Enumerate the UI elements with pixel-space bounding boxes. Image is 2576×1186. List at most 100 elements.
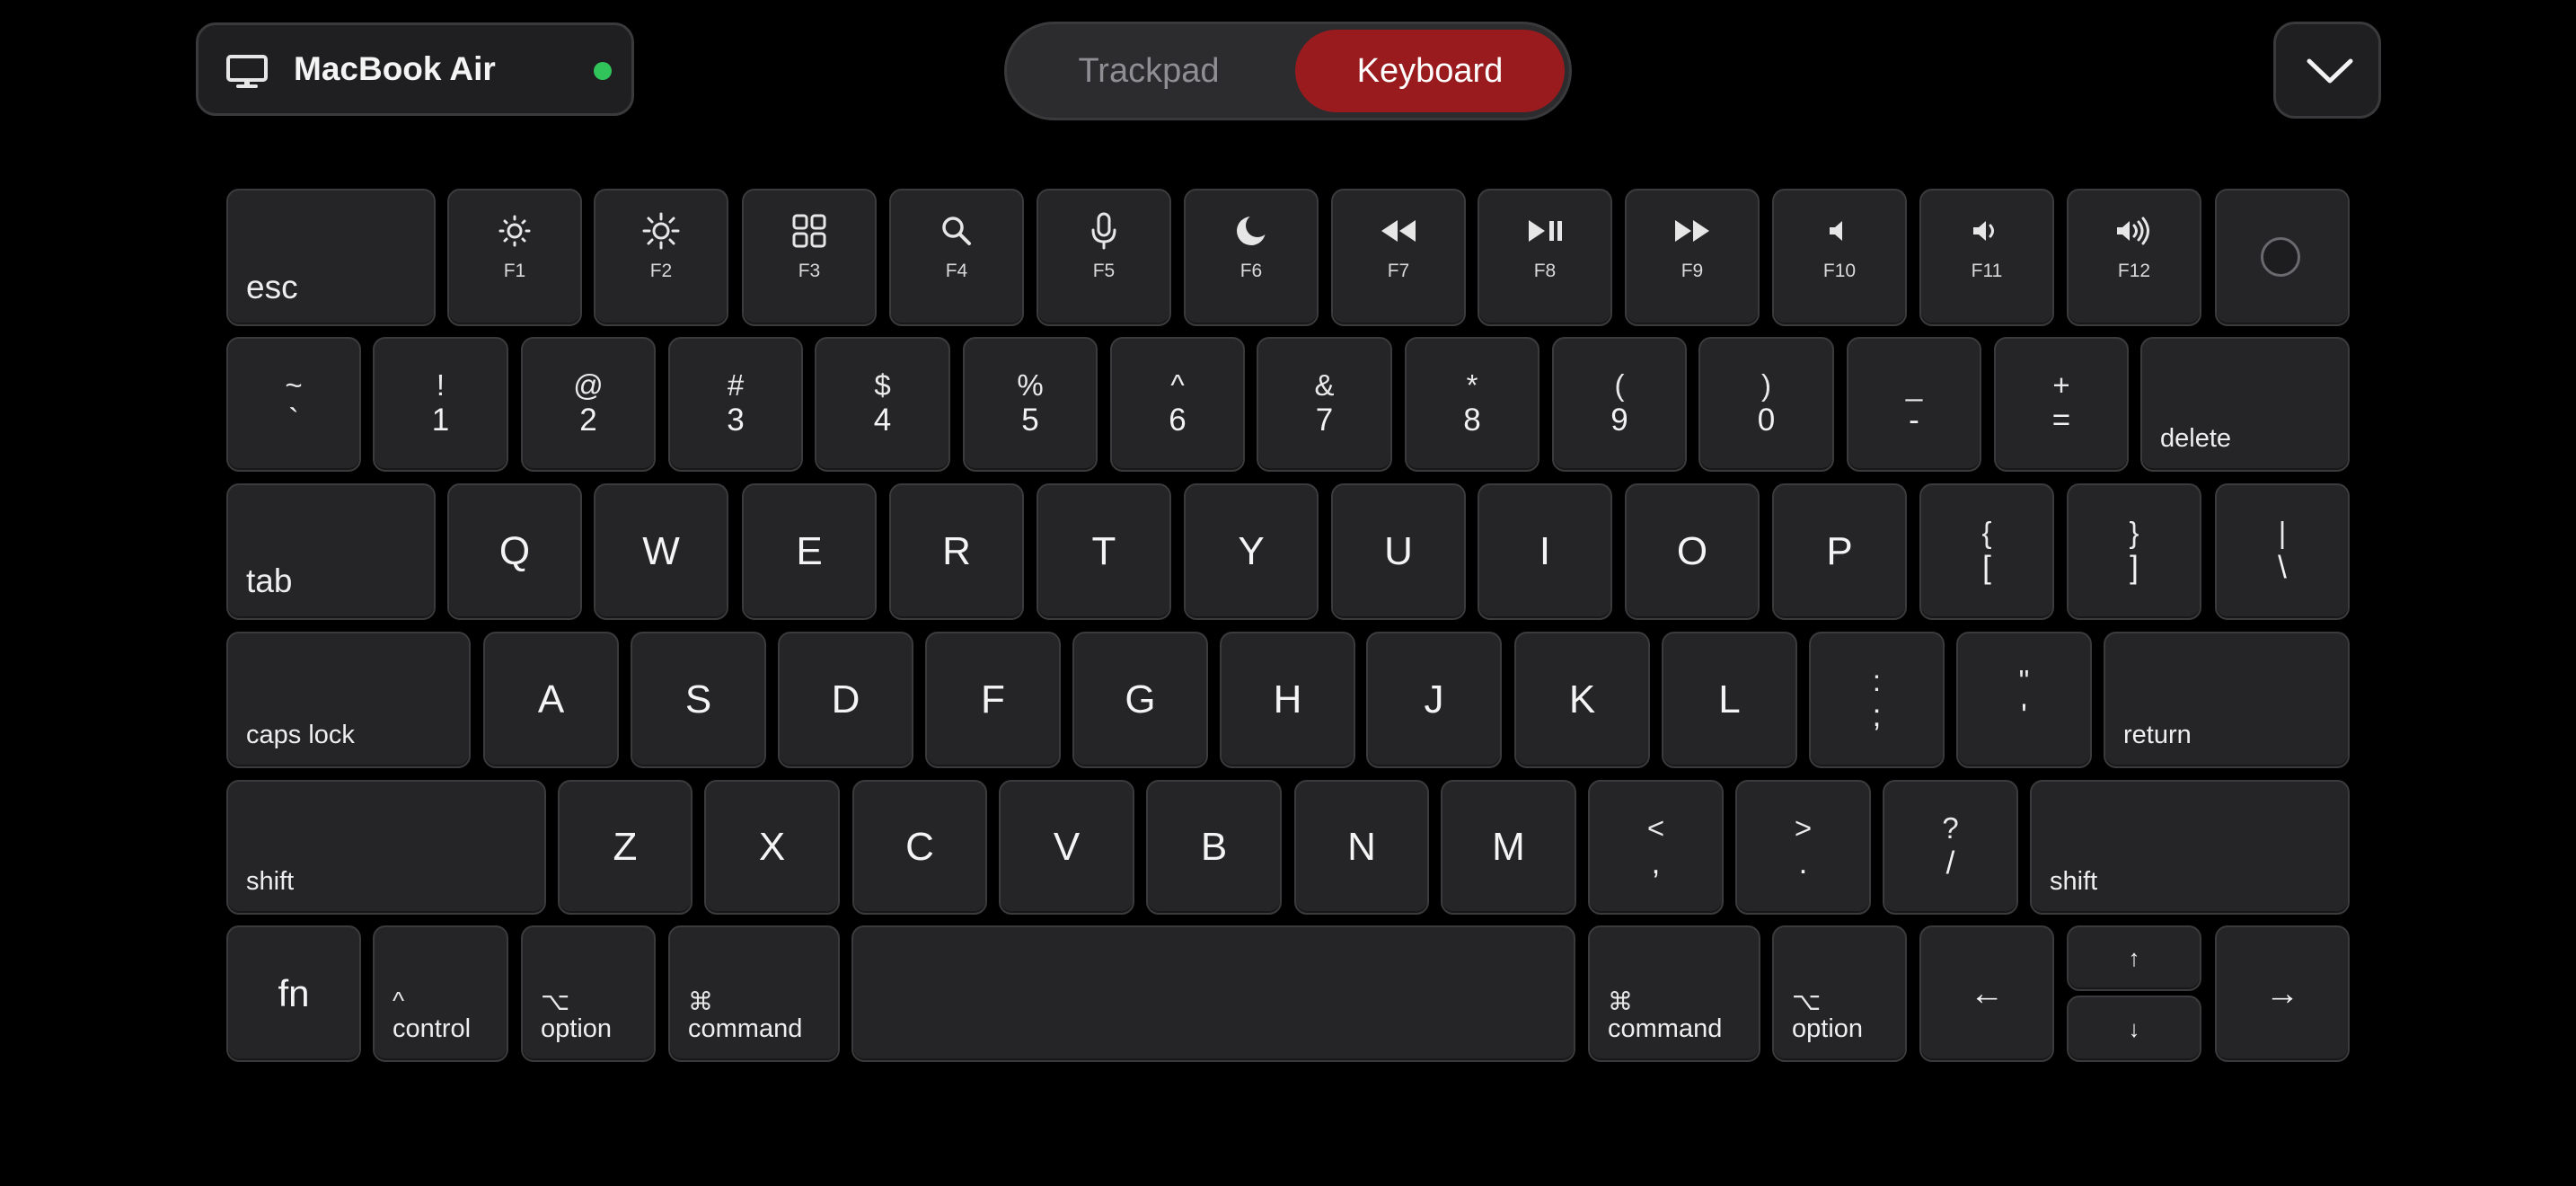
key-return[interactable]: return xyxy=(2104,632,2350,768)
key-f3[interactable]: F3 xyxy=(742,189,877,326)
key-x[interactable]: X xyxy=(704,780,840,915)
key-delete[interactable]: delete xyxy=(2140,337,2350,472)
key-esc[interactable]: esc xyxy=(226,189,436,326)
monitor-icon xyxy=(226,55,268,88)
key-f11[interactable]: F11 xyxy=(1919,189,2054,326)
key-y[interactable]: Y xyxy=(1184,483,1319,620)
key-j[interactable]: J xyxy=(1366,632,1502,768)
option-symbol-icon: ⌥ xyxy=(541,987,570,1015)
key-option-right[interactable]: ⌥ option xyxy=(1772,925,1907,1062)
key-d[interactable]: D xyxy=(778,632,913,768)
key-s[interactable]: S xyxy=(631,632,766,768)
key-3[interactable]: # 3 xyxy=(668,337,803,472)
key-c[interactable]: C xyxy=(852,780,987,915)
key-m[interactable]: M xyxy=(1441,780,1576,915)
key-arrow-up[interactable]: ↑ xyxy=(2067,925,2201,991)
key-f5[interactable]: F5 xyxy=(1037,189,1171,326)
key-k[interactable]: K xyxy=(1514,632,1650,768)
key-l[interactable]: L xyxy=(1662,632,1797,768)
key-9[interactable]: ( 9 xyxy=(1552,337,1687,472)
key-minus[interactable]: _ - xyxy=(1847,337,1981,472)
key-0[interactable]: ) 0 xyxy=(1698,337,1834,472)
key-shift-label: " xyxy=(2018,664,2030,697)
key-i[interactable]: I xyxy=(1478,483,1612,620)
key-v[interactable]: V xyxy=(999,780,1134,915)
key-command-left[interactable]: ⌘ command xyxy=(668,925,840,1062)
key-label: 7 xyxy=(1315,403,1334,438)
key-comma[interactable]: < , xyxy=(1588,780,1724,915)
key-label: / xyxy=(1945,845,1955,881)
key-arrow-left[interactable]: ← xyxy=(1919,925,2054,1062)
key-equal[interactable]: + = xyxy=(1994,337,2129,472)
key-period[interactable]: > . xyxy=(1735,780,1871,915)
key-slash[interactable]: ? / xyxy=(1883,780,2018,915)
key-t[interactable]: T xyxy=(1037,483,1171,620)
collapse-button[interactable] xyxy=(2273,22,2381,119)
key-arrow-down[interactable]: ↓ xyxy=(2067,996,2201,1062)
tab-trackpad[interactable]: Trackpad xyxy=(1014,30,1284,112)
key-label: , xyxy=(1651,845,1661,881)
key-f[interactable]: F xyxy=(925,632,1061,768)
key-f4[interactable]: F4 xyxy=(889,189,1024,326)
key-quote[interactable]: " ' xyxy=(1956,632,2092,768)
key-p[interactable]: P xyxy=(1772,483,1907,620)
device-name: MacBook Air xyxy=(294,50,496,87)
key-f7[interactable]: F7 xyxy=(1331,189,1466,326)
key-u[interactable]: U xyxy=(1331,483,1466,620)
key-fn[interactable]: fn xyxy=(226,925,361,1062)
key-b[interactable]: B xyxy=(1146,780,1282,915)
key-2[interactable]: @ 2 xyxy=(521,337,656,472)
key-label: S xyxy=(684,677,712,721)
key-grave[interactable]: ~ ` xyxy=(226,337,361,472)
key-w[interactable]: W xyxy=(594,483,728,620)
key-shift-label: ! xyxy=(436,368,446,402)
key-7[interactable]: & 7 xyxy=(1257,337,1392,472)
key-label: 0 xyxy=(1757,403,1776,438)
key-space[interactable] xyxy=(851,925,1575,1062)
key-f12[interactable]: F12 xyxy=(2067,189,2201,326)
key-f1[interactable]: F1 xyxy=(447,189,582,326)
key-caps-lock[interactable]: caps lock xyxy=(226,632,471,768)
key-6[interactable]: ^ 6 xyxy=(1110,337,1245,472)
key-control[interactable]: ^ control xyxy=(373,925,508,1062)
key-f6[interactable]: F6 xyxy=(1184,189,1319,326)
key-4[interactable]: $ 4 xyxy=(815,337,950,472)
tab-keyboard[interactable]: Keyboard xyxy=(1295,30,1565,112)
key-semicolon[interactable]: : ; xyxy=(1809,632,1945,768)
key-n[interactable]: N xyxy=(1294,780,1429,915)
key-shift-label: ^ xyxy=(1170,368,1185,402)
key-f10[interactable]: F10 xyxy=(1772,189,1907,326)
key-shift-left[interactable]: shift xyxy=(226,780,546,915)
key-o[interactable]: O xyxy=(1625,483,1760,620)
key-label: X xyxy=(758,825,786,869)
key-left-bracket[interactable]: { [ xyxy=(1919,483,2054,620)
key-h[interactable]: H xyxy=(1220,632,1355,768)
key-8[interactable]: * 8 xyxy=(1405,337,1539,472)
key-tab[interactable]: tab xyxy=(226,483,436,620)
key-label: shift xyxy=(246,867,295,896)
key-r[interactable]: R xyxy=(889,483,1024,620)
key-e[interactable]: E xyxy=(742,483,877,620)
key-1[interactable]: ! 1 xyxy=(373,337,508,472)
key-label: Q xyxy=(498,529,531,573)
key-option-left[interactable]: ⌥ option xyxy=(521,925,656,1062)
key-right-bracket[interactable]: } ] xyxy=(2067,483,2201,620)
key-command-right[interactable]: ⌘ command xyxy=(1588,925,1760,1062)
key-z[interactable]: Z xyxy=(558,780,693,915)
command-symbol-icon: ⌘ xyxy=(1608,987,1633,1015)
key-power[interactable] xyxy=(2215,189,2350,326)
key-5[interactable]: % 5 xyxy=(963,337,1098,472)
device-selector[interactable]: MacBook Air xyxy=(196,22,634,116)
key-f9[interactable]: F9 xyxy=(1625,189,1760,326)
key-f2[interactable]: F2 xyxy=(594,189,728,326)
key-label: 6 xyxy=(1169,403,1187,438)
key-f8[interactable]: F8 xyxy=(1478,189,1612,326)
control-symbol-icon: ^ xyxy=(393,987,405,1014)
key-q[interactable]: Q xyxy=(447,483,582,620)
key-label: - xyxy=(1909,403,1919,438)
key-arrow-right[interactable]: → xyxy=(2215,925,2350,1062)
key-backslash[interactable]: | \ xyxy=(2215,483,2350,620)
key-shift-right[interactable]: shift xyxy=(2030,780,2350,915)
key-a[interactable]: A xyxy=(483,632,619,768)
key-g[interactable]: G xyxy=(1072,632,1208,768)
